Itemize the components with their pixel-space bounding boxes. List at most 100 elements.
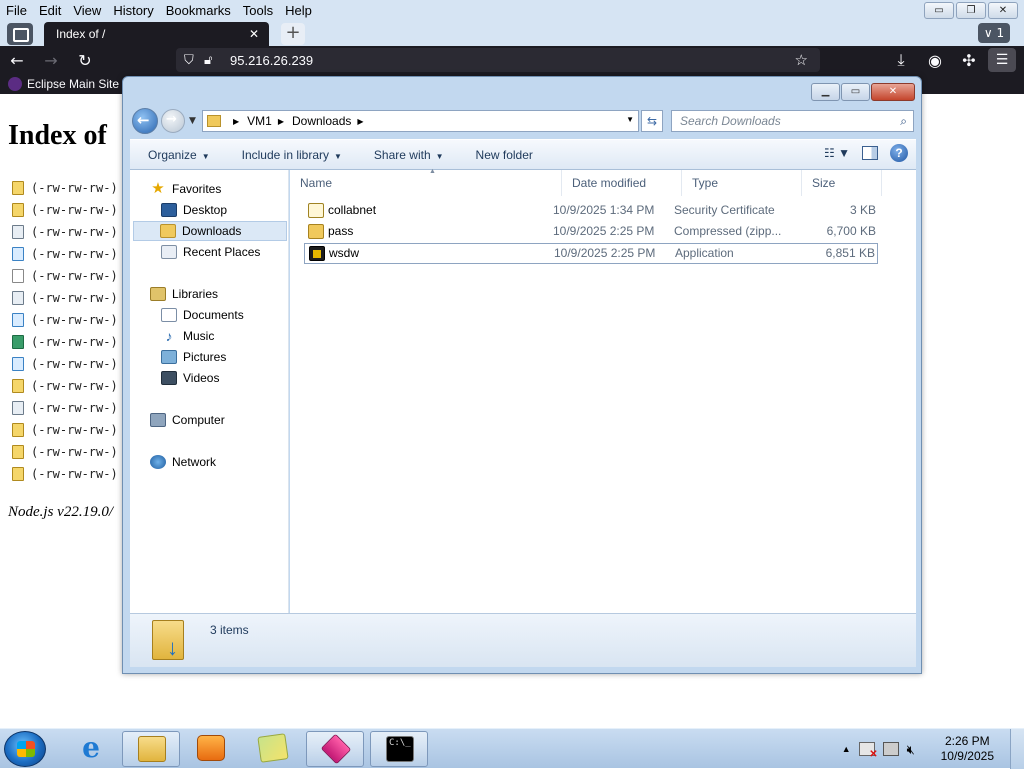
- views-icon[interactable]: ☷ ▼: [824, 146, 850, 160]
- start-button[interactable]: [4, 731, 46, 767]
- url-bar[interactable]: ⛉ 🔓︎ 95.216.26.239 ☆: [176, 48, 820, 72]
- nav-documents[interactable]: Documents: [161, 305, 244, 325]
- explorer-minimize-button[interactable]: ▁: [811, 83, 840, 101]
- nav-label: Libraries: [172, 287, 219, 301]
- account-icon[interactable]: ◉: [920, 51, 950, 70]
- volume-muted-icon[interactable]: 🔇︎: [907, 742, 923, 757]
- nav-desktop[interactable]: Desktop: [161, 200, 227, 220]
- explorer-address-bar[interactable]: ▶ VM1 ▶ Downloads ▶ ▼: [202, 110, 639, 132]
- back-arrow-icon[interactable]: ←: [0, 51, 34, 70]
- taskbar-windows-explorer[interactable]: [122, 731, 180, 767]
- column-header-type[interactable]: Type: [682, 170, 802, 196]
- taskbar-command-prompt[interactable]: C:\_: [370, 731, 428, 767]
- breadcrumb-separator-icon[interactable]: ▶: [278, 117, 284, 126]
- menu-bookmarks[interactable]: Bookmarks: [160, 3, 237, 18]
- column-header-date[interactable]: Date modified: [562, 170, 682, 196]
- taskbar-pink-app[interactable]: [306, 731, 364, 767]
- listing-row[interactable]: (-rw-rw-rw-)(: [12, 287, 129, 309]
- breadcrumb-separator-icon[interactable]: ▶: [357, 117, 363, 126]
- help-icon[interactable]: ?: [890, 144, 908, 162]
- listing-row[interactable]: (-rw-rw-rw-)(: [12, 243, 129, 265]
- file-name: pass: [328, 224, 354, 238]
- menu-view[interactable]: View: [67, 3, 107, 18]
- listing-row[interactable]: (-rw-rw-rw-)(: [12, 353, 129, 375]
- listing-row[interactable]: (-rw-rw-rw-)(: [12, 441, 129, 463]
- shield-icon[interactable]: ⛉: [184, 53, 204, 68]
- column-header-size[interactable]: Size: [802, 170, 882, 196]
- listing-row[interactable]: (-rw-rw-rw-)(: [12, 309, 129, 331]
- menu-tools[interactable]: Tools: [237, 3, 279, 18]
- minimize-button[interactable]: ▭: [924, 2, 954, 19]
- nav-videos[interactable]: Videos: [161, 368, 219, 388]
- address-dropdown-icon[interactable]: ▼: [626, 115, 634, 124]
- explorer-back-button[interactable]: [132, 108, 158, 134]
- listing-row[interactable]: (-rw-rw-rw-)): [12, 265, 129, 287]
- extensions-icon[interactable]: ✣: [954, 51, 984, 70]
- breadcrumb-separator-icon[interactable]: ▶: [233, 117, 239, 126]
- listing-row[interactable]: (-rw-rw-rw-)(: [12, 463, 129, 485]
- menu-history[interactable]: History: [107, 3, 159, 18]
- nav-music[interactable]: ♪ Music: [161, 326, 215, 346]
- menu-file[interactable]: File: [0, 3, 33, 18]
- show-desktop-button[interactable]: [1010, 729, 1024, 769]
- restore-button[interactable]: ❐: [956, 2, 986, 19]
- breadcrumb-downloads[interactable]: Downloads: [292, 114, 351, 128]
- nav-downloads[interactable]: Downloads: [133, 221, 287, 241]
- nav-recent-places[interactable]: Recent Places: [161, 242, 260, 262]
- recent-pages-chevron-icon[interactable]: ▼: [189, 116, 196, 126]
- tab-close-icon[interactable]: ✕: [249, 27, 259, 41]
- close-button[interactable]: ✕: [988, 2, 1018, 19]
- search-input[interactable]: Search Downloads ⌕: [671, 110, 914, 132]
- network-status-icon[interactable]: [882, 742, 899, 756]
- list-all-tabs-button[interactable]: ∨ 1: [978, 23, 1010, 43]
- breadcrumb-vm1[interactable]: VM1: [247, 114, 272, 128]
- download-icon[interactable]: ⤓: [886, 50, 916, 70]
- menu-help[interactable]: Help: [279, 3, 318, 18]
- refresh-icon[interactable]: ⇆: [641, 110, 663, 132]
- nav-pictures[interactable]: Pictures: [161, 347, 226, 367]
- reload-icon[interactable]: ↻: [68, 51, 102, 70]
- organize-button[interactable]: Organize ▼: [130, 148, 224, 162]
- explorer-close-button[interactable]: ✕: [871, 83, 915, 101]
- forward-arrow-icon[interactable]: →: [34, 51, 68, 70]
- preview-pane-icon[interactable]: [862, 146, 878, 160]
- libraries-icon: [150, 287, 166, 301]
- listing-row[interactable]: (-rw-rw-rw-)(: [12, 199, 129, 221]
- nav-computer[interactable]: Computer: [150, 410, 225, 430]
- explorer-maximize-button[interactable]: ▭: [841, 83, 870, 101]
- listing-row[interactable]: (-rw-rw-rw-)(: [12, 177, 129, 199]
- share-with-button[interactable]: Share with ▼: [356, 148, 458, 162]
- menu-edit[interactable]: Edit: [33, 3, 67, 18]
- clock[interactable]: 2:26 PM 10/9/2025: [941, 734, 994, 764]
- listing-row[interactable]: (-rw-rw-rw-)(: [12, 397, 129, 419]
- include-in-library-button[interactable]: Include in library ▼: [224, 148, 356, 162]
- action-center-flag-icon[interactable]: [858, 742, 878, 760]
- nav-network[interactable]: Network: [150, 452, 216, 472]
- listing-row[interactable]: (-rw-rw-rw-)(: [12, 419, 129, 441]
- taskbar-sticky-notes[interactable]: [244, 731, 302, 767]
- tab-index-of[interactable]: Index of / ✕: [44, 22, 269, 46]
- file-row-pass[interactable]: pass 10/9/2025 2:25 PM Compressed (zipp...…: [304, 222, 878, 243]
- nav-favorites[interactable]: ★ Favorites: [150, 179, 221, 199]
- explorer-window: ▁ ▭ ✕ ▼ ▶ VM1 ▶ Downloads ▶ ▼ ⇆ Search D…: [122, 76, 922, 674]
- bookmark-eclipse-main-site[interactable]: Eclipse Main Site: [27, 77, 119, 91]
- hamburger-menu-icon[interactable]: ☰: [988, 48, 1016, 72]
- column-header-name[interactable]: Name: [290, 170, 562, 196]
- taskbar-media-player[interactable]: [182, 731, 240, 767]
- taskbar-internet-explorer[interactable]: e: [62, 731, 120, 767]
- file-row-wsdw[interactable]: wsdw 10/9/2025 2:25 PM Application 6,851 KB: [304, 243, 878, 264]
- nav-libraries[interactable]: Libraries: [150, 284, 218, 304]
- listing-row[interactable]: (-rw-rw-rw-)(: [12, 375, 129, 397]
- file-row-collabnet[interactable]: collabnet 10/9/2025 1:34 PM Security Certi…: [304, 201, 878, 222]
- firefox-view-icon[interactable]: [7, 23, 33, 45]
- listing-row[interactable]: (-rw-rw-rw-)(: [12, 331, 129, 353]
- lock-icon[interactable]: 🔓︎: [204, 53, 224, 68]
- search-icon[interactable]: ⌕: [900, 111, 907, 131]
- show-hidden-icons-icon[interactable]: ▲: [842, 744, 851, 754]
- url-text[interactable]: 95.216.26.239: [230, 53, 313, 68]
- explorer-forward-button[interactable]: [161, 109, 185, 133]
- new-tab-button[interactable]: +: [281, 23, 305, 45]
- new-folder-button[interactable]: New folder: [458, 148, 547, 162]
- bookmark-star-icon[interactable]: ☆: [795, 51, 808, 69]
- listing-row[interactable]: (-rw-rw-rw-)(: [12, 221, 129, 243]
